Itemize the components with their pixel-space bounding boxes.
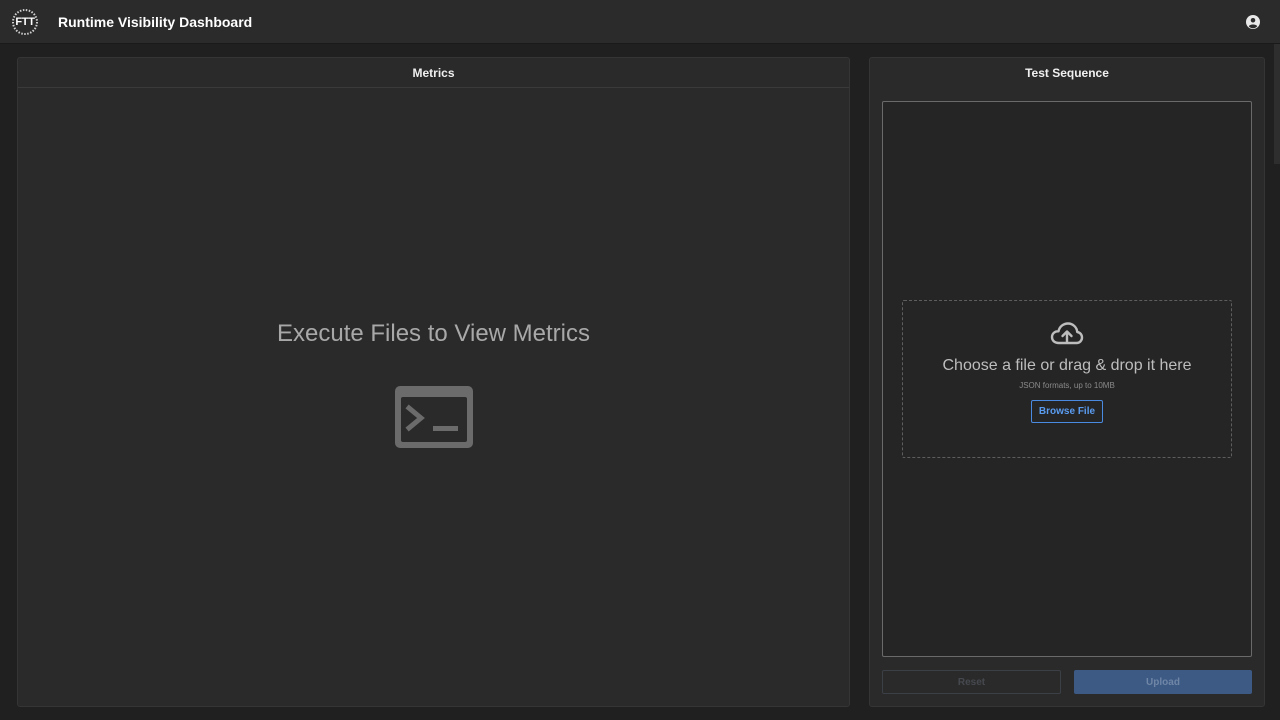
dropzone-hint: JSON formats, up to 10MB	[1019, 381, 1115, 390]
metrics-empty-state: Execute Files to View Metrics	[18, 320, 849, 448]
reset-button[interactable]: Reset	[882, 670, 1061, 694]
user-circle-icon[interactable]	[1246, 15, 1260, 29]
dropzone-title: Choose a file or drag & drop it here	[942, 357, 1192, 374]
page-scrollbar[interactable]	[1274, 44, 1280, 164]
file-dropzone[interactable]: Choose a file or drag & drop it here JSO…	[902, 300, 1232, 458]
test-sequence-container: Choose a file or drag & drop it here JSO…	[882, 101, 1252, 657]
test-sequence-title: Test Sequence	[1025, 66, 1109, 80]
logo-text: FTT	[15, 15, 35, 28]
test-sequence-panel: Test Sequence Choose a file or drag & dr…	[869, 57, 1265, 707]
cloud-upload-icon	[1050, 322, 1084, 345]
metrics-empty-message: Execute Files to View Metrics	[277, 320, 590, 347]
terminal-icon	[394, 386, 473, 448]
app-logo: FTT	[10, 7, 40, 37]
upload-button[interactable]: Upload	[1074, 670, 1252, 694]
app-title: Runtime Visibility Dashboard	[58, 13, 253, 30]
metrics-panel-title: Metrics	[18, 58, 849, 88]
app-root: FTT Runtime Visibility Dashboard Metrics…	[0, 0, 1280, 720]
metrics-panel: Metrics Execute Files to View Metrics	[17, 57, 850, 707]
browse-file-button[interactable]: Browse File	[1030, 400, 1104, 423]
top-bar: FTT Runtime Visibility Dashboard	[0, 0, 1280, 44]
